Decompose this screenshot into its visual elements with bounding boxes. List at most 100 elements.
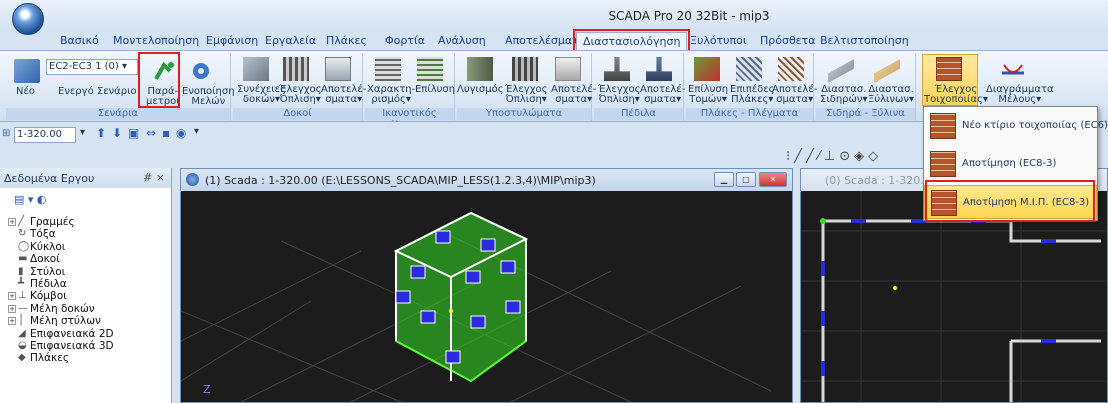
globe-icon[interactable]: ◉ bbox=[176, 126, 186, 140]
column-member-icon: │ bbox=[18, 315, 25, 327]
steel-design-button[interactable]: Διαστασ. Σιδηρών▾ bbox=[820, 85, 868, 105]
tree-item-columns[interactable]: ▮ Στύλοι bbox=[8, 266, 114, 278]
tab-slabs[interactable]: Πλάκες bbox=[326, 34, 367, 50]
slab-solve-button[interactable]: Επίλυση Τομών▾ bbox=[688, 85, 728, 105]
new-button[interactable]: Νέο bbox=[16, 87, 35, 97]
group-capacity: Χαρακτη-ρισμός▾ Επίλυση Ικανοτικός έλεγχ… bbox=[365, 53, 455, 131]
tree-item-beams[interactable]: ▬ Δοκοί bbox=[8, 253, 114, 265]
tab-view[interactable]: Εμφάνιση bbox=[206, 34, 258, 50]
window1-titlebar: (1) Scada : 1-320.00 (E:\LESSONS_SCADA\M… bbox=[181, 169, 792, 191]
tab-tools[interactable]: Εργαλεία bbox=[265, 34, 316, 50]
member-diagrams-button[interactable]: Διαγράμματα Μέλους▾ bbox=[986, 85, 1054, 105]
circle-icon: ◯ bbox=[18, 240, 30, 252]
app-menu-orb-icon[interactable] bbox=[12, 3, 44, 35]
slab-solve-icon bbox=[694, 57, 720, 81]
tab-analysis[interactable]: Ανάλυση bbox=[438, 34, 486, 50]
footing-check-icon bbox=[604, 57, 630, 81]
group-foundations: Έλεγχος Όπλιση▾ Αποτελέ-σματα▾ Πέδιλα bbox=[594, 53, 685, 121]
tab-modeling[interactable]: Μοντελοποίηση bbox=[113, 34, 199, 50]
maximize-button[interactable]: ▢ bbox=[736, 172, 756, 187]
footing-icon: ┻ bbox=[18, 277, 25, 289]
tree-item-footings[interactable]: ┻ Πέδιλα bbox=[8, 278, 114, 290]
tab-optimization[interactable]: Βελτιστοποίηση bbox=[820, 34, 909, 50]
capacity-char-button[interactable]: Χαρακτη-ρισμός▾ bbox=[367, 85, 415, 105]
group-slabs: Επίλυση Τομών▾ Επιπέδες Πλάκες▾ Αποτελέ-σμ… bbox=[686, 53, 817, 121]
slab-surfaces-icon bbox=[736, 57, 762, 81]
3d-model-view[interactable]: Z bbox=[181, 191, 792, 402]
brick-wall-icon bbox=[930, 151, 956, 177]
tree-item-circles[interactable]: ◯ Κύκλοι bbox=[8, 241, 114, 253]
panel-tools-icon[interactable]: ▤ ▾ ◐ bbox=[14, 193, 47, 206]
up-arrow-icon[interactable]: ⬆ bbox=[96, 126, 106, 140]
beam-check-button[interactable]: Έλεγχος Όπλιση▾ bbox=[279, 85, 321, 105]
column-check-button[interactable]: Έλεγχος Όπλιση▾ bbox=[505, 85, 547, 105]
plan-view[interactable] bbox=[801, 191, 1107, 402]
beam-check-icon bbox=[283, 57, 309, 81]
save-icon[interactable]: ▪ bbox=[162, 126, 170, 140]
group-label-scenarios: Σενάρια bbox=[6, 108, 230, 120]
group-scenarios: EC2-EC3 1 (0) ▾ Νέο Ενεργό Σενάριο Παρά-… bbox=[6, 53, 235, 121]
down-arrow-icon[interactable]: ⬇ bbox=[112, 126, 122, 140]
tree-item-column-members[interactable]: + │ Μέλη στύλων bbox=[8, 315, 114, 327]
scale-icon: ⊞ bbox=[2, 128, 11, 139]
combo-arrow-icon[interactable]: ▾ bbox=[80, 127, 85, 138]
project-tree: + ╱ Γραμμές ↻ Τόξα ◯ Κύκλοι ▬ Δοκοί ▮ Στύλοι ┻… bbox=[8, 216, 114, 365]
wood-design-button[interactable]: Διαστασ. Ξύλινων▾ bbox=[868, 85, 914, 105]
group-label-slabs: Πλάκες - Πλέγματα bbox=[686, 108, 813, 120]
menu-item-new-masonry-building[interactable]: Νέο κτίριο τοιχοποιίας (EC6) bbox=[924, 109, 1108, 143]
draw-tools-icons[interactable]: ⁝╱╱⁄⊥⊙◈◇ bbox=[786, 149, 882, 164]
line-icon: ╱ bbox=[18, 216, 25, 227]
title-bar: SCADA Pro 20 32Bit - mip3 bbox=[0, 0, 1108, 35]
slab-surfaces-button[interactable]: Επιπέδες Πλάκες▾ bbox=[730, 85, 775, 105]
column-icon: ▮ bbox=[18, 265, 24, 277]
tree-item-arcs[interactable]: ↻ Τόξα bbox=[8, 228, 114, 240]
scale-combo[interactable]: 1-320.00 bbox=[14, 127, 76, 143]
beam-icon: ▬ bbox=[18, 253, 28, 265]
tab-basic[interactable]: Βασικό bbox=[60, 34, 99, 50]
tree-item-slabs[interactable]: ◆ Πλάκες bbox=[8, 352, 114, 364]
panel-title: Δεδομένα Εργου # × bbox=[0, 168, 171, 188]
column-results-button[interactable]: Αποτελέ-σματα▾ bbox=[551, 85, 596, 105]
tree-item-surface-2d[interactable]: ◢ Επιφανειακά 2D bbox=[8, 328, 114, 340]
footing-check-button[interactable]: Έλεγχος Όπλιση▾ bbox=[598, 85, 640, 105]
group-beams: Συνέχειες δοκών▾ Έλεγχος Όπλιση▾ Αποτελέ-σ… bbox=[233, 53, 366, 121]
tab-formwork[interactable]: Ξυλότυποι bbox=[690, 34, 747, 50]
capacity-solve-button[interactable]: Επίλυση bbox=[415, 85, 455, 95]
wood-beam-icon bbox=[874, 59, 900, 83]
tab-design[interactable]: Διαστασιολόγηση bbox=[573, 29, 691, 54]
project-data-panel: Δεδομένα Εργου # × ▤ ▾ ◐ + ╱ Γραμμές ↻ Τόξα … bbox=[0, 168, 172, 403]
member-diagram-icon bbox=[1000, 59, 1026, 83]
footing-results-icon bbox=[646, 57, 672, 81]
pin-close-icon[interactable]: # × bbox=[143, 171, 165, 184]
group-columns: Λυγισμός Έλεγχος Όπλιση▾ Αποτελέ-σματα▾ Υ… bbox=[457, 53, 596, 121]
close-button[interactable]: ✕ bbox=[759, 172, 787, 187]
view-icon[interactable]: ▣ bbox=[128, 126, 139, 140]
group-label-columns: Υποστυλώματα bbox=[457, 108, 591, 120]
footing-results-button[interactable]: Αποτελέ-σματα▾ bbox=[640, 85, 685, 105]
customize-icon[interactable]: ▾ bbox=[194, 126, 199, 137]
merge-members-button[interactable]: Ενοποίηση Μελών bbox=[182, 87, 235, 107]
slab-results-icon bbox=[778, 57, 804, 81]
capacity-char-icon bbox=[375, 57, 401, 81]
tree-item-nodes[interactable]: + ⊥ Κόμβοι bbox=[8, 290, 114, 302]
masonry-check-button[interactable]: Έλεγχος Τοιχοποιίας▾ bbox=[924, 85, 988, 105]
model-window-1[interactable]: (1) Scada : 1-320.00 (E:\LESSONS_SCADA\M… bbox=[180, 168, 793, 403]
group-label-beams: Δοκοί bbox=[233, 108, 362, 120]
ribbon-tabs: Βασικό Μοντελοποίηση Εμφάνιση Εργαλεία Π… bbox=[0, 29, 1108, 54]
buckling-button[interactable]: Λυγισμός bbox=[457, 85, 504, 95]
brick-wall-icon bbox=[930, 113, 956, 139]
tab-addons[interactable]: Πρόσθετα bbox=[760, 34, 816, 50]
tree-item-beam-members[interactable]: + — Μέλη δοκών bbox=[8, 303, 114, 315]
minimize-button[interactable]: ▁ bbox=[714, 172, 734, 187]
tab-loads[interactable]: Φορτία bbox=[385, 34, 425, 50]
scenario-combo[interactable]: EC2-EC3 1 (0) ▾ bbox=[46, 59, 138, 75]
slab-results-button[interactable]: Αποτελέ-σματα▾ bbox=[772, 85, 817, 105]
highlight-box-mip bbox=[925, 180, 1095, 222]
menu-item-assessment[interactable]: Αποτίμηση (EC8-3) bbox=[924, 147, 1097, 181]
tree-item-surface-3d[interactable]: ◒ Επιφανειακά 3D bbox=[8, 340, 114, 352]
tree-item-lines[interactable]: + ╱ Γραμμές bbox=[8, 216, 114, 228]
beam-results-icon bbox=[325, 57, 351, 81]
beam-results-button[interactable]: Αποτελέ-σματα▾ bbox=[321, 85, 366, 105]
active-scenario-button[interactable]: Ενεργό Σενάριο bbox=[58, 87, 137, 97]
link-icon[interactable]: ⇔ bbox=[146, 126, 156, 140]
